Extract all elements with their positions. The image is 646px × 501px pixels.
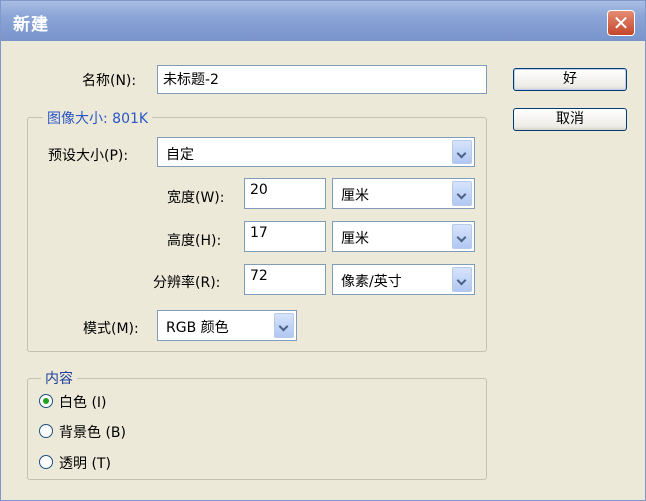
new-document-dialog: 新建 ✕ 名称(N): 未标题-2 好 取消 图像大小: 801K 预设大小(P…	[0, 0, 646, 501]
radio-white-label: 白色 (I)	[59, 395, 107, 411]
width-label: 宽度(W):	[167, 190, 225, 206]
radio-button[interactable]	[39, 424, 53, 438]
preset-value: 自定	[166, 147, 194, 163]
radio-button-checked[interactable]	[39, 394, 53, 408]
name-input[interactable]: 未标题-2	[157, 65, 487, 94]
radio-background-color-label: 背景色 (B)	[59, 425, 126, 441]
height-input[interactable]: 17	[244, 221, 326, 252]
resolution-label: 分辨率(R):	[153, 275, 221, 291]
chevron-down-icon[interactable]	[452, 267, 472, 292]
width-input[interactable]: 20	[244, 178, 326, 209]
contents-group-title: 内容	[41, 368, 77, 388]
mode-label: 模式(M):	[83, 321, 139, 337]
chevron-down-icon[interactable]	[274, 313, 294, 338]
chevron-down-icon[interactable]	[452, 140, 472, 164]
resolution-unit-value: 像素/英寸	[341, 274, 402, 290]
resolution-unit-dropdown[interactable]: 像素/英寸	[332, 264, 475, 295]
dialog-title: 新建	[13, 15, 49, 35]
mode-value: RGB 颜色	[166, 320, 229, 336]
radio-transparent-label: 透明 (T)	[59, 456, 111, 472]
width-unit-dropdown[interactable]: 厘米	[332, 178, 475, 209]
preset-label: 预设大小(P):	[48, 148, 129, 164]
width-unit-value: 厘米	[341, 188, 369, 204]
close-icon: ✕	[612, 11, 630, 35]
close-button[interactable]: ✕	[607, 10, 635, 36]
chevron-down-icon[interactable]	[452, 181, 472, 206]
radio-button[interactable]	[39, 455, 53, 469]
height-unit-value: 厘米	[341, 231, 369, 247]
height-label: 高度(H):	[167, 233, 222, 249]
cancel-button[interactable]: 取消	[513, 108, 627, 131]
height-unit-dropdown[interactable]: 厘米	[332, 221, 475, 252]
mode-dropdown[interactable]: RGB 颜色	[157, 310, 297, 341]
title-bar[interactable]: 新建 ✕	[1, 1, 645, 41]
preset-dropdown[interactable]: 自定	[157, 137, 475, 167]
chevron-down-icon[interactable]	[452, 224, 472, 249]
name-label: 名称(N):	[82, 73, 137, 89]
resolution-input[interactable]: 72	[244, 264, 326, 295]
ok-button[interactable]: 好	[513, 68, 627, 91]
image-size-group-title: 图像大小: 801K	[43, 108, 153, 128]
